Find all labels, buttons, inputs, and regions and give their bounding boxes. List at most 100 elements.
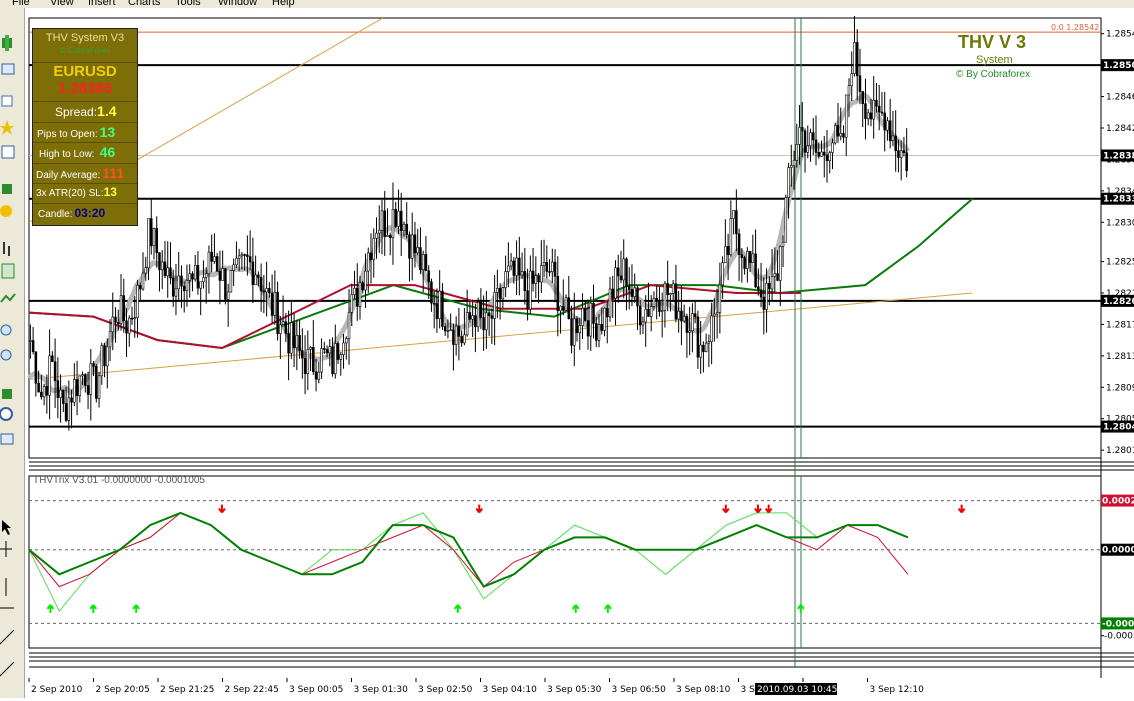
- crosshair-icon[interactable]: [0, 541, 12, 557]
- candle-body: [350, 294, 354, 313]
- candle-body: [114, 316, 117, 323]
- menu-charts[interactable]: Charts: [128, 0, 160, 8]
- candle-body: [850, 73, 853, 86]
- candle-body: [627, 285, 631, 290]
- candle: [435, 288, 439, 333]
- candle: [152, 227, 156, 260]
- candle: [803, 128, 807, 173]
- candle-body: [369, 252, 373, 260]
- candle-body: [31, 340, 35, 353]
- candle: [685, 313, 689, 358]
- candle-body: [663, 283, 667, 311]
- pips-row: Pips to Open: 13: [37, 124, 141, 140]
- candle-body: [735, 210, 738, 235]
- channel-icon[interactable]: [0, 661, 15, 677]
- candle: [806, 125, 810, 159]
- candle-body: [658, 301, 661, 312]
- candle-body: [649, 306, 653, 317]
- level-price-label: 1.2833: [1103, 195, 1134, 205]
- chart-area[interactable]: 1.28541.28501.28461.28421.28381.28341.28…: [25, 8, 1134, 698]
- candle-body: [537, 275, 540, 283]
- y-tick-label: 1.2801: [1106, 446, 1134, 456]
- candle-body: [866, 112, 870, 120]
- candle-body: [295, 335, 299, 349]
- candle-body: [144, 267, 148, 274]
- arrow-up-signal: [797, 604, 805, 613]
- templates-icon[interactable]: [0, 433, 14, 445]
- new-order-icon[interactable]: [2, 35, 12, 51]
- candle-body: [317, 371, 321, 380]
- y-tick-label: 1.2813: [1106, 352, 1134, 362]
- period-clock-icon[interactable]: [0, 407, 13, 421]
- candle-body: [303, 357, 307, 374]
- favorite-star-icon[interactable]: [0, 120, 14, 135]
- menu-help[interactable]: Help: [272, 0, 295, 8]
- candle-body: [251, 261, 255, 286]
- candle-body: [432, 302, 436, 305]
- candle-body: [221, 268, 224, 281]
- candle-body: [729, 218, 733, 255]
- window-icon[interactable]: [1, 145, 15, 159]
- candle-body: [493, 292, 496, 319]
- menu-tools[interactable]: Tools: [175, 0, 201, 8]
- add-indicator-icon[interactable]: [2, 184, 12, 194]
- candle-body: [669, 293, 672, 296]
- candle: [232, 258, 235, 287]
- navigator-icon[interactable]: [1, 95, 13, 107]
- candle-body: [534, 275, 538, 284]
- line-chart-icon[interactable]: [0, 293, 16, 303]
- candle-row: Candle: 03:20: [38, 206, 142, 220]
- candle-chart-icon[interactable]: [1, 263, 15, 279]
- candle-body: [235, 257, 238, 266]
- candle-body: [138, 285, 142, 290]
- candle: [119, 274, 123, 331]
- candle: [693, 301, 697, 324]
- alert-icon[interactable]: [0, 205, 12, 217]
- price-chart[interactable]: 1.28541.28501.28461.28421.28381.28341.28…: [25, 8, 1134, 698]
- candle-body: [487, 312, 491, 317]
- candle-body: [342, 342, 345, 355]
- candle: [702, 341, 705, 373]
- y-tick-label: 1.2817: [1106, 320, 1134, 330]
- candle-body: [160, 261, 164, 271]
- candle-body: [292, 322, 296, 349]
- candle-body: [529, 270, 532, 310]
- menu-file[interactable]: File: [12, 0, 30, 8]
- candle-body: [452, 329, 455, 345]
- trend-line-icon[interactable]: [0, 629, 15, 645]
- candle: [339, 352, 343, 376]
- candle-body: [809, 132, 812, 147]
- candle: [809, 128, 812, 162]
- cursor-icon[interactable]: [2, 520, 11, 535]
- menu-view[interactable]: View: [50, 0, 74, 8]
- menu-insert[interactable]: Insert: [88, 0, 116, 8]
- candle-body: [600, 324, 604, 331]
- candle: [847, 78, 851, 118]
- candle-body: [334, 343, 337, 375]
- candle: [729, 200, 733, 257]
- candle-body: [73, 379, 76, 403]
- zoom-in-icon[interactable]: [0, 324, 12, 336]
- candle-body: [833, 125, 837, 144]
- candle-body: [592, 302, 595, 324]
- profiles-icon[interactable]: [1, 63, 15, 75]
- trend-line: [28, 292, 973, 380]
- candle-body: [86, 385, 90, 395]
- candle: [224, 268, 227, 305]
- candle-body: [608, 288, 612, 318]
- menu-window[interactable]: Window: [218, 0, 257, 8]
- candle: [658, 287, 661, 317]
- candle: [746, 247, 749, 283]
- tile-icon[interactable]: [2, 389, 12, 399]
- candle-body: [891, 135, 895, 142]
- candle-body: [75, 379, 79, 397]
- candle: [556, 256, 560, 337]
- candle: [95, 364, 98, 403]
- candle-body: [276, 292, 279, 334]
- candle: [603, 307, 606, 337]
- zoom-out-icon[interactable]: [0, 349, 12, 361]
- candle: [251, 237, 255, 304]
- bar-chart-icon[interactable]: [3, 242, 10, 256]
- candle-body: [325, 349, 329, 354]
- candle-body: [559, 305, 562, 311]
